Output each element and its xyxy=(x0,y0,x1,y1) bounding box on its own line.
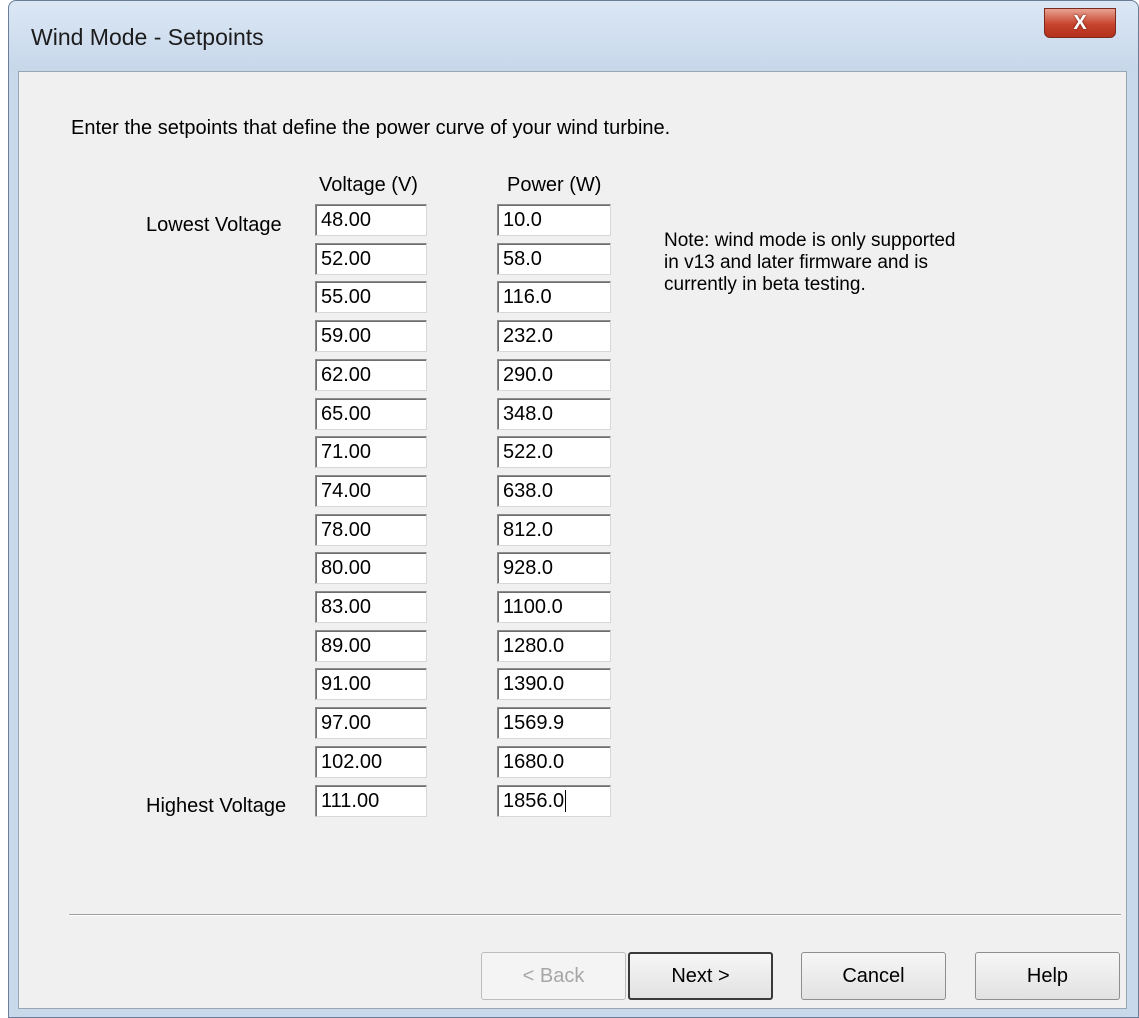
power-input[interactable]: 232.0 xyxy=(497,320,611,352)
voltage-column-header: Voltage (V) xyxy=(319,174,418,196)
instruction-text: Enter the setpoints that define the powe… xyxy=(71,117,671,139)
voltage-input[interactable]: 59.00 xyxy=(315,320,427,352)
dialog-client-area: Enter the setpoints that define the powe… xyxy=(18,71,1127,1009)
dialog-window: Wind Mode - Setpoints X Enter the setpoi… xyxy=(8,0,1139,1018)
power-input[interactable]: 928.0 xyxy=(497,552,611,584)
voltage-input[interactable]: 78.00 xyxy=(315,514,427,546)
power-input[interactable]: 58.0 xyxy=(497,243,611,275)
close-icon: X xyxy=(1073,11,1087,34)
text-cursor xyxy=(565,790,567,812)
close-button[interactable]: X xyxy=(1044,8,1116,38)
back-button[interactable]: < Back xyxy=(481,952,626,1000)
voltage-input[interactable]: 71.00 xyxy=(315,436,427,468)
power-input[interactable]: 1390.0 xyxy=(497,668,611,700)
voltage-input[interactable]: 91.00 xyxy=(315,668,427,700)
power-input[interactable]: 290.0 xyxy=(497,359,611,391)
voltage-input[interactable]: 80.00 xyxy=(315,552,427,584)
power-input[interactable]: 1680.0 xyxy=(497,746,611,778)
power-input-text: 1856.0 xyxy=(503,790,565,812)
wind-mode-note: Note: wind mode is only supported in v13… xyxy=(664,230,956,295)
voltage-input[interactable]: 65.00 xyxy=(315,398,427,430)
power-input[interactable]: 1569.9 xyxy=(497,707,611,739)
voltage-input[interactable]: 89.00 xyxy=(315,630,427,662)
cancel-button[interactable]: Cancel xyxy=(801,952,946,1000)
voltage-input[interactable]: 111.00 xyxy=(315,785,427,817)
button-separator xyxy=(69,914,1121,916)
next-button[interactable]: Next > xyxy=(628,952,773,1000)
power-input[interactable]: 1280.0 xyxy=(497,630,611,662)
voltage-input[interactable]: 74.00 xyxy=(315,475,427,507)
power-input[interactable]: 1100.0 xyxy=(497,591,611,623)
power-input[interactable]: 10.0 xyxy=(497,204,611,236)
voltage-input[interactable]: 62.00 xyxy=(315,359,427,391)
voltage-input[interactable]: 55.00 xyxy=(315,281,427,313)
highest-voltage-label: Highest Voltage xyxy=(146,795,287,817)
voltage-input[interactable]: 102.00 xyxy=(315,746,427,778)
lowest-voltage-label: Lowest Voltage xyxy=(146,214,282,236)
help-button[interactable]: Help xyxy=(975,952,1120,1000)
window-title: Wind Mode - Setpoints xyxy=(31,24,264,50)
voltage-input[interactable]: 48.00 xyxy=(315,204,427,236)
voltage-input[interactable]: 97.00 xyxy=(315,707,427,739)
power-input[interactable]: 348.0 xyxy=(497,398,611,430)
power-input[interactable]: 638.0 xyxy=(497,475,611,507)
voltage-input[interactable]: 52.00 xyxy=(315,243,427,275)
voltage-input[interactable]: 83.00 xyxy=(315,591,427,623)
power-input[interactable]: 812.0 xyxy=(497,514,611,546)
power-input[interactable]: 1856.0 xyxy=(497,785,611,817)
title-bar[interactable]: Wind Mode - Setpoints X xyxy=(9,1,1138,71)
power-input[interactable]: 522.0 xyxy=(497,436,611,468)
power-input[interactable]: 116.0 xyxy=(497,281,611,313)
power-column-header: Power (W) xyxy=(507,174,602,196)
